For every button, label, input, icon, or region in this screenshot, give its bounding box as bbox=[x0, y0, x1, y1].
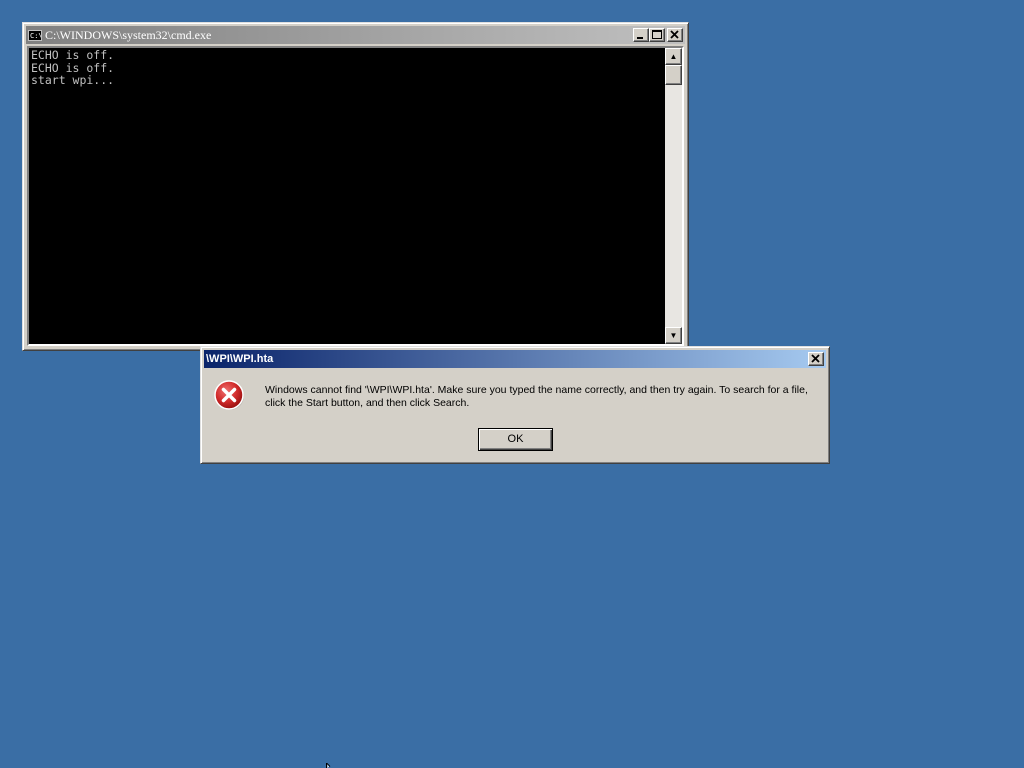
vertical-scrollbar[interactable]: ▲ ▼ bbox=[665, 48, 682, 344]
dialog-titlebar[interactable]: \WPI\WPI.hta bbox=[204, 350, 826, 368]
console-line: ECHO is off. bbox=[31, 60, 115, 75]
scroll-down-button[interactable]: ▼ bbox=[665, 327, 682, 344]
error-icon bbox=[214, 380, 244, 410]
dialog-message: Windows cannot find '\WPI\WPI.hta'. Make… bbox=[265, 384, 808, 409]
scroll-up-button[interactable]: ▲ bbox=[665, 48, 682, 65]
dialog-title: \WPI\WPI.hta bbox=[206, 353, 274, 365]
scroll-thumb[interactable] bbox=[665, 65, 682, 85]
maximize-button[interactable] bbox=[649, 28, 665, 42]
cmd-client-area: ECHO is off. ECHO is off. start wpi... ▲ ▼ bbox=[27, 46, 684, 346]
close-icon bbox=[670, 30, 679, 39]
maximize-icon bbox=[652, 30, 662, 39]
desktop: C:\. C:\WINDOWS\system32\cmd.exe ECHO is… bbox=[0, 0, 1024, 768]
cmd-window[interactable]: C:\. C:\WINDOWS\system32\cmd.exe ECHO is… bbox=[22, 22, 689, 351]
cmd-titlebar[interactable]: C:\. C:\WINDOWS\system32\cmd.exe bbox=[26, 26, 685, 44]
cmd-window-title: C:\WINDOWS\system32\cmd.exe bbox=[45, 27, 212, 42]
dialog-close-button[interactable] bbox=[808, 352, 824, 366]
minimize-button[interactable] bbox=[633, 28, 649, 42]
cmd-icon[interactable]: C:\. bbox=[28, 29, 42, 41]
error-dialog[interactable]: \WPI\WPI.hta Windows cannot find '\WPI\W… bbox=[200, 346, 830, 464]
ok-button[interactable]: OK bbox=[478, 428, 553, 451]
close-icon bbox=[811, 354, 820, 363]
console-output[interactable]: ECHO is off. ECHO is off. start wpi... bbox=[29, 48, 665, 344]
minimize-icon bbox=[637, 37, 643, 39]
console-line: ECHO is off. bbox=[31, 48, 115, 62]
console-line: start wpi... bbox=[31, 73, 115, 87]
cmd-title-buttons bbox=[633, 28, 683, 42]
mouse-cursor-icon bbox=[326, 763, 331, 768]
close-button[interactable] bbox=[667, 28, 683, 42]
